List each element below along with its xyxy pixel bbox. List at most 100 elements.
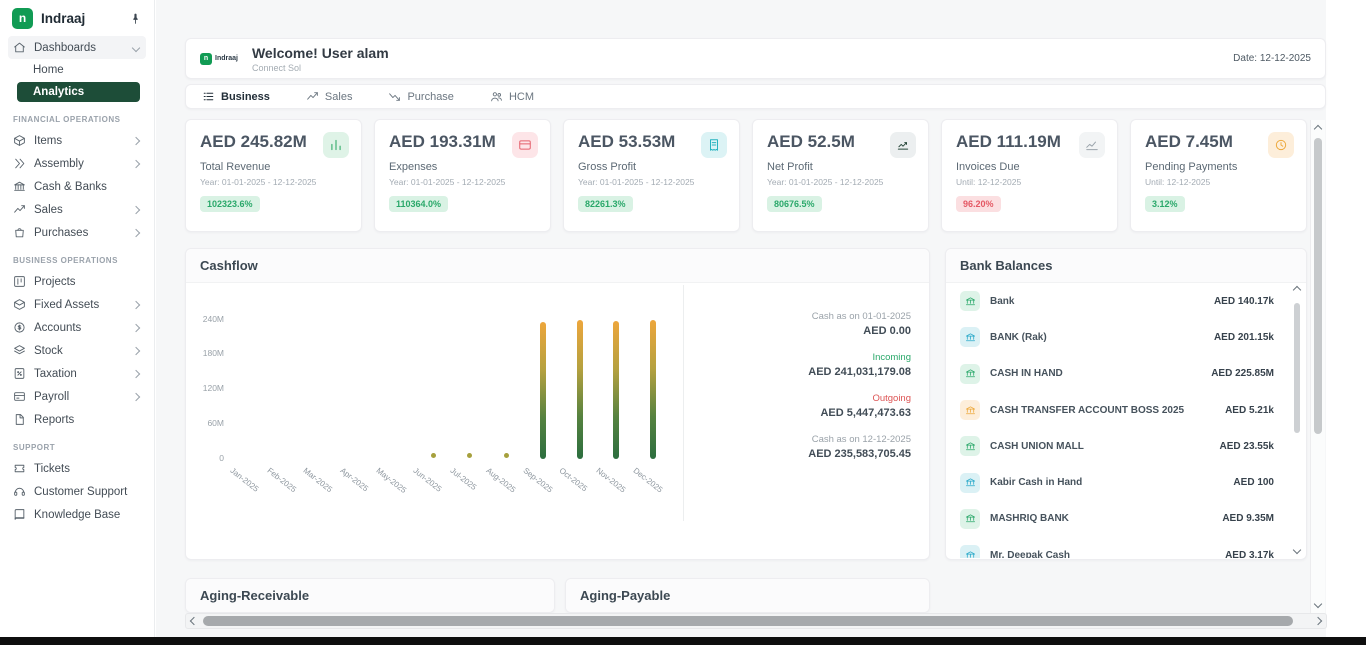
- summary-value: AED 0.00: [681, 325, 911, 337]
- sidebar-item-taxation[interactable]: Taxation: [8, 362, 146, 385]
- cashflow-summary: Cash as on 01-01-2025 AED 0.00 Incoming …: [681, 311, 911, 475]
- summary-closing-cash: Cash as on 12-12-2025 AED 235,583,705.45: [681, 434, 911, 460]
- summary-value: AED 241,031,179.08: [681, 366, 911, 378]
- scroll-down-icon[interactable]: [1314, 600, 1322, 608]
- scroll-up-icon[interactable]: [1293, 286, 1301, 294]
- expense-card-icon: [512, 132, 538, 158]
- tab-label: Sales: [325, 91, 353, 103]
- scroll-thumb[interactable]: [1314, 138, 1322, 434]
- scroll-right-icon[interactable]: [1314, 617, 1322, 625]
- box-icon: [13, 134, 26, 147]
- bank-row[interactable]: CASH TRANSFER ACCOUNT BOSS 2025 AED 5.21…: [946, 392, 1306, 428]
- sidebar-item-home[interactable]: Home: [0, 59, 154, 81]
- kpi-card-net-profit[interactable]: AED 52.5M Net Profit Year: 01-01-2025 - …: [752, 119, 929, 232]
- line-chart-icon: [1079, 132, 1105, 158]
- kpi-card-total-revenue[interactable]: AED 245.82M Total Revenue Year: 01-01-20…: [185, 119, 362, 232]
- bank-row[interactable]: Bank AED 140.17k: [946, 283, 1306, 319]
- sidebar-item-cash-banks[interactable]: Cash & Banks: [8, 175, 146, 198]
- scroll-down-icon[interactable]: [1293, 546, 1301, 554]
- kpi-card-pending-payments[interactable]: AED 7.45M Pending Payments Until: 12-12-…: [1130, 119, 1307, 232]
- bank-row[interactable]: CASH IN HAND AED 225.85M: [946, 356, 1306, 392]
- layers-icon: [13, 344, 26, 357]
- nav-label: Dashboards: [34, 42, 96, 54]
- tab-purchase[interactable]: Purchase: [388, 90, 453, 103]
- bank-row[interactable]: BANK (Rak) AED 201.15k: [946, 319, 1306, 355]
- chevron-right-icon: [132, 228, 140, 236]
- header-logo: n Indraaj: [200, 53, 238, 65]
- tab-hcm[interactable]: HCM: [490, 90, 534, 103]
- bank-value: AED 140.17k: [1214, 296, 1274, 307]
- aging-payable-card: Aging-Payable: [565, 578, 930, 613]
- tab-label: HCM: [509, 91, 534, 103]
- cube-icon: [13, 298, 26, 311]
- bank-value: AED 9.35M: [1222, 513, 1274, 524]
- bank-name: CASH IN HAND: [990, 368, 1211, 379]
- bank-name: Kabir Cash in Hand: [990, 477, 1233, 488]
- welcome-header: n Indraaj Welcome! User alam Connect Sol…: [185, 38, 1326, 79]
- taskbar-edge: [0, 637, 1366, 645]
- scroll-thumb[interactable]: [203, 616, 1293, 626]
- scroll-up-icon[interactable]: [1314, 125, 1322, 133]
- sidebar-item-fixed-assets[interactable]: Fixed Assets: [8, 293, 146, 316]
- nav-label: Sales: [34, 204, 63, 216]
- nav-label: Items: [34, 135, 62, 147]
- bank-row[interactable]: Mr. Deepak Cash AED 3.17k: [946, 537, 1306, 558]
- sidebar-item-assembly[interactable]: Assembly: [8, 152, 146, 175]
- kpi-card-expenses[interactable]: AED 193.31M Expenses Year: 01-01-2025 - …: [374, 119, 551, 232]
- section-financial-operations: FINANCIAL OPERATIONS: [0, 103, 154, 129]
- summary-value: AED 5,447,473.63: [681, 407, 911, 419]
- bank-name: BANK (Rak): [990, 332, 1214, 343]
- sidebar-item-stock[interactable]: Stock: [8, 339, 146, 362]
- nav-label: Purchases: [34, 227, 88, 239]
- kpi-card-gross-profit[interactable]: AED 53.53M Gross Profit Year: 01-01-2025…: [563, 119, 740, 232]
- logo-letter: n: [204, 55, 208, 62]
- sidebar-item-projects[interactable]: Projects: [8, 270, 146, 293]
- bank-row[interactable]: MASHRIQ BANK AED 9.35M: [946, 501, 1306, 537]
- logo-row: n Indraaj: [0, 0, 154, 36]
- kpi-badge: 3.12%: [1145, 196, 1185, 212]
- pin-icon[interactable]: [129, 12, 142, 25]
- sidebar-item-knowledge-base[interactable]: Knowledge Base: [8, 503, 146, 526]
- sidebar-item-analytics[interactable]: Analytics: [17, 82, 140, 102]
- scroll-thumb[interactable]: [1294, 303, 1300, 433]
- bank-value: AED 23.55k: [1220, 441, 1274, 452]
- tab-sales[interactable]: Sales: [306, 90, 353, 103]
- kpi-period: Year: 01-01-2025 - 12-12-2025: [200, 177, 347, 187]
- book-icon: [13, 508, 26, 521]
- tab-business[interactable]: Business: [202, 90, 270, 103]
- horizontal-scrollbar[interactable]: [185, 613, 1327, 629]
- sidebar-item-accounts[interactable]: Accounts: [8, 316, 146, 339]
- sidebar-item-sales[interactable]: Sales: [8, 198, 146, 221]
- vertical-scrollbar[interactable]: [1310, 120, 1325, 613]
- section-support: SUPPORT: [0, 431, 154, 457]
- kpi-period: Until: 12-12-2025: [956, 177, 1103, 187]
- section-business-operations: BUSINESS OPERATIONS: [0, 244, 154, 270]
- nav-label: Stock: [34, 345, 63, 357]
- sidebar-item-purchases[interactable]: Purchases: [8, 221, 146, 244]
- chevron-right-icon: [132, 136, 140, 144]
- bank-list-scrollbar[interactable]: [1291, 287, 1303, 553]
- bank-row[interactable]: Kabir Cash in Hand AED 100: [946, 464, 1306, 500]
- bank-name: Mr. Deepak Cash: [990, 550, 1225, 558]
- sidebar-item-payroll[interactable]: Payroll: [8, 385, 146, 408]
- bag-icon: [13, 226, 26, 239]
- sidebar-item-customer-support[interactable]: Customer Support: [8, 480, 146, 503]
- header-logo-mark: n: [200, 53, 212, 65]
- sidebar-item-dashboards[interactable]: Dashboards: [8, 36, 146, 59]
- bank-value: AED 225.85M: [1211, 368, 1274, 379]
- kpi-card-invoices-due[interactable]: AED 111.19M Invoices Due Until: 12-12-20…: [941, 119, 1118, 232]
- bank-row[interactable]: CASH UNION MALL AED 23.55k: [946, 428, 1306, 464]
- nav-label: Payroll: [34, 391, 69, 403]
- main-content: n Indraaj Welcome! User alam Connect Sol…: [156, 0, 1366, 637]
- kpi-badge: 80676.5%: [767, 196, 822, 212]
- assembly-icon: [13, 157, 26, 170]
- sidebar-item-reports[interactable]: Reports: [8, 408, 146, 431]
- sidebar-item-items[interactable]: Items: [8, 129, 146, 152]
- scroll-left-icon[interactable]: [190, 617, 198, 625]
- sidebar-item-tickets[interactable]: Tickets: [8, 457, 146, 480]
- nav-label: Fixed Assets: [34, 299, 99, 311]
- app-logo: n: [12, 8, 33, 29]
- bank-value: AED 100: [1233, 477, 1274, 488]
- ticket-icon: [13, 462, 26, 475]
- nav-label: Knowledge Base: [34, 509, 120, 521]
